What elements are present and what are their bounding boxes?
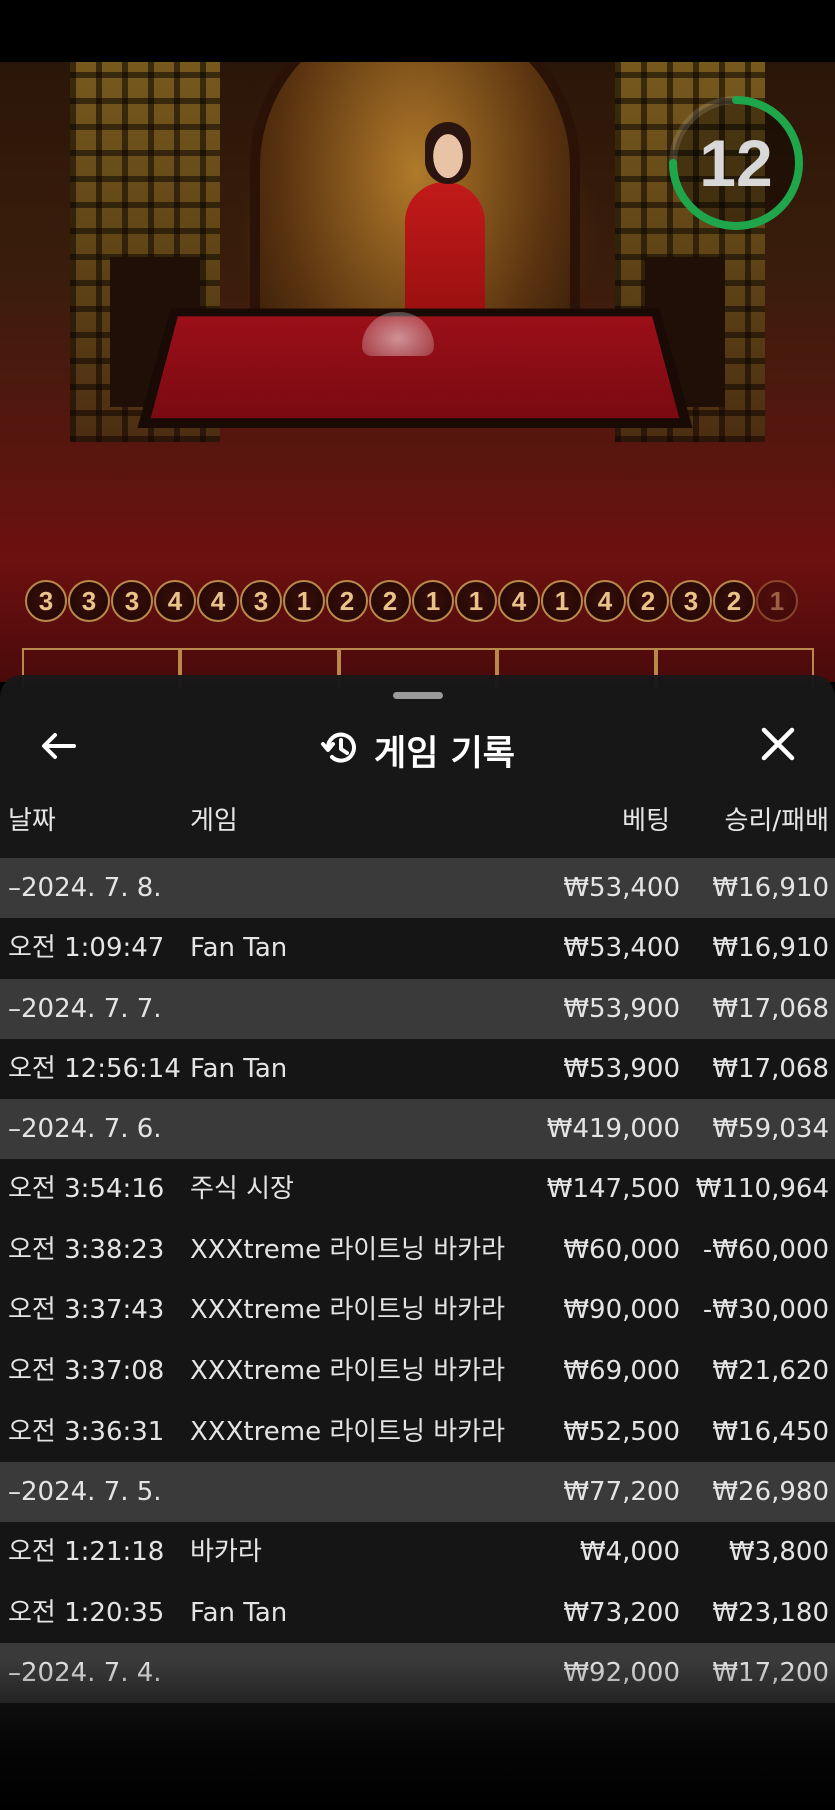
roadmap-bead: 2 (713, 580, 755, 622)
row-result: ₩23,180 (712, 1597, 829, 1628)
row-result: ₩110,964 (695, 1174, 829, 1205)
roadmap-bead: 3 (670, 580, 712, 622)
row-result: ₩16,910 (712, 933, 829, 963)
row-result: ₩17,068 (712, 1053, 829, 1084)
row-time: 오전 1:20:35 (8, 1597, 165, 1628)
row-bet: ₩53,400 (563, 873, 680, 903)
close-icon (760, 726, 796, 766)
history-icon (320, 728, 360, 772)
roadmap-bead: 2 (369, 580, 411, 622)
row-result: ₩17,068 (712, 993, 829, 1024)
roadmap-bead: 3 (68, 580, 110, 622)
row-game: 주식 시장 (190, 1174, 294, 1205)
history-row: 오전 1:09:47 Fan Tan ₩53,400 ₩16,910 (0, 918, 835, 979)
row-result: -₩30,000 (702, 1295, 829, 1326)
row-bet: ₩69,000 (563, 1355, 680, 1386)
row-bet: ₩419,000 (546, 1114, 680, 1145)
panel-title: 게임 기록 (374, 733, 515, 774)
row-time: –2024. 7. 5. (8, 1477, 162, 1508)
row-bet: ₩147,500 (546, 1174, 680, 1205)
roadmap-bead: 1 (283, 580, 325, 622)
row-game: 바카라 (190, 1537, 262, 1568)
row-game: XXXtreme 라이트닝 바카라 (190, 1355, 506, 1386)
row-game: XXXtreme 라이트닝 바카라 (190, 1416, 506, 1447)
history-row: 오전 12:56:14 Fan Tan ₩53,900 ₩17,068 (0, 1038, 835, 1100)
date-group-row[interactable]: –2024. 7. 8. ₩53,400 ₩16,910 (0, 858, 835, 918)
roadmap-bead: 1 (455, 580, 497, 622)
row-bet: ₩4,000 (579, 1537, 680, 1568)
row-time: –2024. 7. 8. (8, 873, 162, 903)
row-result: ₩17,200 (712, 1658, 829, 1689)
countdown-timer: 12 (665, 92, 807, 234)
row-time: –2024. 7. 6. (8, 1114, 162, 1145)
history-row: 오전 3:54:16 주식 시장 ₩147,500 ₩110,964 (0, 1159, 835, 1220)
date-group-row[interactable]: –2024. 7. 6. ₩419,000 ₩59,034 (0, 1099, 835, 1160)
row-game: Fan Tan (190, 1597, 288, 1628)
roadmap-bead: 4 (584, 580, 626, 622)
roadmap-bead: 2 (326, 580, 368, 622)
row-time: –2024. 7. 7. (8, 993, 162, 1024)
history-table: –2024. 7. 8. ₩53,400 ₩16,910 오전 1:09:47 Fan … (0, 858, 835, 1704)
dealer-head (425, 122, 471, 184)
row-bet: ₩53,900 (563, 993, 680, 1024)
roadmap-bead: 1 (412, 580, 454, 622)
history-row: 오전 3:38:23 XXXtreme 라이트닝 바카라 ₩60,000 -₩60,0… (0, 1219, 835, 1281)
row-time: 오전 12:56:14 (8, 1053, 181, 1084)
column-header-game: 게임 (190, 806, 238, 836)
row-result: ₩21,620 (712, 1355, 829, 1386)
results-roadmap: 333443122114142321 (25, 580, 835, 630)
row-game: Fan Tan (190, 933, 288, 963)
row-time: –2024. 7. 4. (8, 1658, 162, 1689)
row-result: ₩16,910 (712, 873, 829, 903)
drag-handle[interactable] (393, 692, 443, 699)
row-time: 오전 3:54:16 (8, 1174, 165, 1205)
row-result: -₩60,000 (702, 1234, 829, 1265)
row-bet: ₩92,000 (563, 1658, 680, 1689)
row-time: 오전 1:09:47 (8, 933, 165, 963)
column-header-result: 승리/패배 (724, 806, 829, 836)
roadmap-bead: 1 (756, 580, 798, 622)
timer-value: 12 (699, 126, 773, 200)
roadmap-bead: 2 (627, 580, 669, 622)
row-game: XXXtreme 라이트닝 바카라 (190, 1295, 506, 1326)
date-group-row[interactable]: –2024. 7. 4. ₩92,000 ₩17,200 (0, 1643, 835, 1704)
row-bet: ₩53,900 (563, 1053, 680, 1084)
column-header-bet: 베팅 (622, 806, 670, 836)
row-time: 오전 3:36:31 (8, 1416, 165, 1447)
history-row: 오전 3:36:31 XXXtreme 라이트닝 바카라 ₩52,500 ₩16,45… (0, 1401, 835, 1463)
history-row: 오전 1:21:18 바카라 ₩4,000 ₩3,800 (0, 1522, 835, 1583)
roadmap-bead: 4 (498, 580, 540, 622)
row-time: 오전 3:38:23 (8, 1234, 165, 1265)
roadmap-bead: 3 (240, 580, 282, 622)
row-result: ₩26,980 (712, 1477, 829, 1508)
roadmap-bead: 4 (197, 580, 239, 622)
row-bet: ₩77,200 (563, 1477, 680, 1508)
roadmap-bead: 1 (541, 580, 583, 622)
history-row: 오전 3:37:43 XXXtreme 라이트닝 바카라 ₩90,000 -₩30,0… (0, 1280, 835, 1341)
row-bet: ₩53,400 (563, 933, 680, 963)
row-result: ₩59,034 (712, 1114, 829, 1145)
row-time: 오전 3:37:43 (8, 1295, 165, 1326)
history-row: 오전 3:37:08 XXXtreme 라이트닝 바카라 ₩69,000 ₩21,62… (0, 1340, 835, 1402)
panel-header: 게임 기록 (0, 720, 835, 780)
roadmap-bead: 3 (111, 580, 153, 622)
row-bet: ₩60,000 (563, 1234, 680, 1265)
date-group-row[interactable]: –2024. 7. 7. ₩53,900 ₩17,068 (0, 978, 835, 1039)
row-game: Fan Tan (190, 1053, 288, 1084)
column-header-date: 날짜 (8, 806, 56, 836)
roadmap-bead: 3 (25, 580, 67, 622)
roadmap-bead: 4 (154, 580, 196, 622)
row-bet: ₩52,500 (563, 1416, 680, 1447)
row-result: ₩16,450 (712, 1416, 829, 1447)
history-row: 오전 1:20:35 Fan Tan ₩73,200 ₩23,180 (0, 1582, 835, 1644)
row-game: XXXtreme 라이트닝 바카라 (190, 1234, 506, 1265)
date-group-row[interactable]: –2024. 7. 5. ₩77,200 ₩26,980 (0, 1462, 835, 1523)
close-button[interactable] (752, 720, 804, 772)
row-time: 오전 3:37:08 (8, 1355, 165, 1386)
row-result: ₩3,800 (728, 1537, 829, 1568)
row-bet: ₩73,200 (563, 1597, 680, 1628)
row-time: 오전 1:21:18 (8, 1537, 165, 1568)
status-bar (0, 0, 835, 62)
row-bet: ₩90,000 (563, 1295, 680, 1326)
